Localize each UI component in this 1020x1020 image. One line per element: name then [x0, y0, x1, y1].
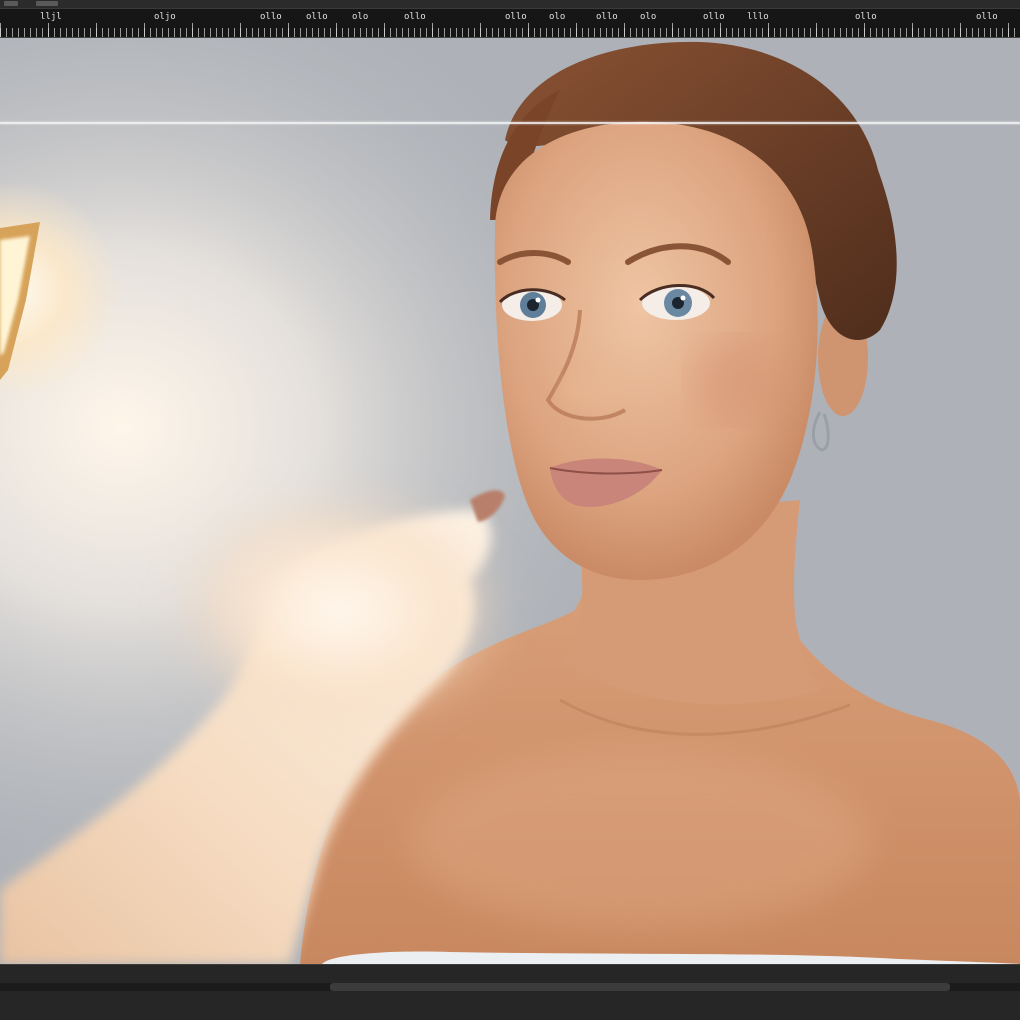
horizontal-guide-line[interactable]	[0, 122, 1020, 124]
ruler-label: lllo	[747, 12, 769, 22]
portrait-photo	[0, 38, 1020, 964]
ruler-major-ticks	[0, 23, 1020, 37]
horizontal-ruler[interactable]: lljl oljo ollo ollo olo ollo ollo olo ol…	[0, 9, 1020, 38]
ruler-label: ollo	[855, 12, 877, 22]
menu-bar	[0, 0, 1020, 9]
horizontal-scrollbar[interactable]	[0, 983, 1020, 991]
ruler-label: olo	[640, 12, 657, 22]
ruler-label: ollo	[260, 12, 282, 22]
ruler-label: ollo	[596, 12, 618, 22]
ruler-label: olo	[549, 12, 566, 22]
image-editor-window: lljl oljo ollo ollo olo ollo ollo olo ol…	[0, 0, 1020, 1020]
scrollbar-thumb[interactable]	[330, 983, 950, 991]
ruler-label: oljo	[154, 12, 176, 22]
ruler-label: ollo	[404, 12, 426, 22]
ruler-label: lljl	[40, 12, 62, 22]
menu-item[interactable]	[4, 1, 18, 6]
ruler-label: ollo	[703, 12, 725, 22]
ruler-label: ollo	[505, 12, 527, 22]
document-canvas[interactable]	[0, 38, 1020, 964]
menu-item[interactable]	[36, 1, 58, 6]
bottom-panel	[0, 964, 1020, 1020]
ruler-label: ollo	[976, 12, 998, 22]
ruler-label: ollo	[306, 12, 328, 22]
ruler-label: olo	[352, 12, 369, 22]
